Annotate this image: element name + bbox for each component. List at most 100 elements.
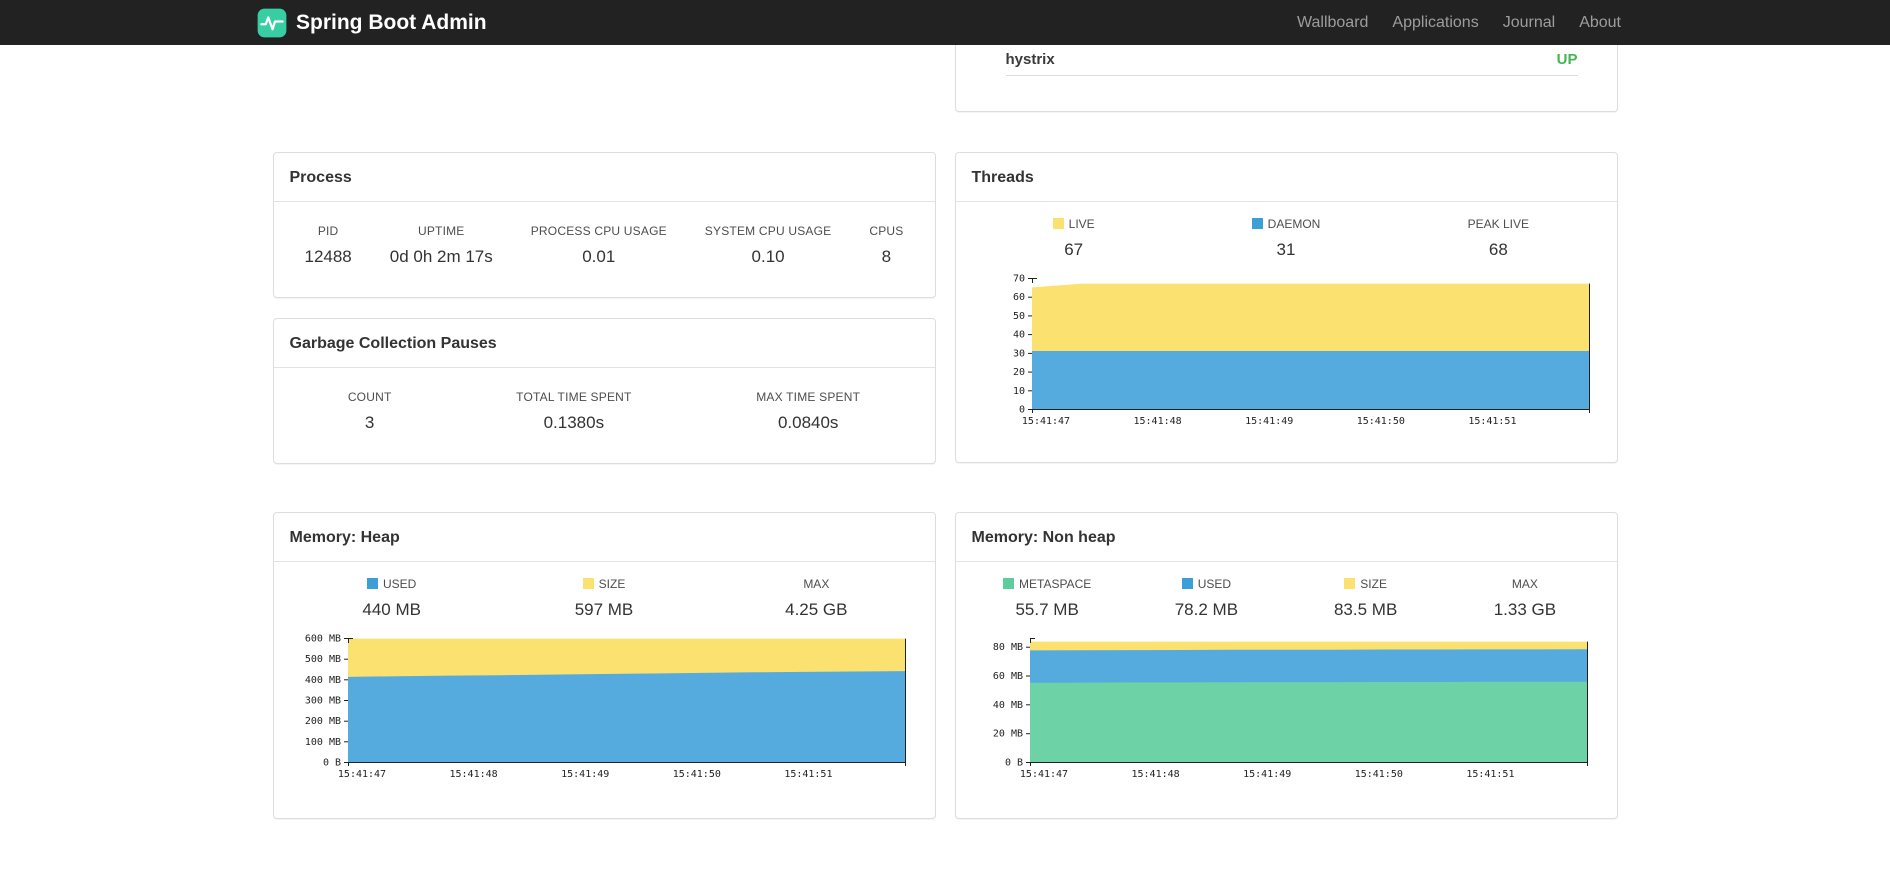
memory-heap-legend: USED 440 MB SIZE 597 MB MAX 4.25 GB — [274, 562, 935, 620]
svg-text:15:41:51: 15:41:51 — [1468, 416, 1516, 427]
legend-label: SIZE — [498, 577, 710, 591]
legend-item-live: LIVE 67 — [968, 217, 1180, 260]
memory-nonheap-legend: METASPACE 55.7 MB USED 78.2 MB SIZE 83.5… — [956, 562, 1617, 620]
svg-text:600 MB: 600 MB — [304, 634, 340, 645]
main-content: hystrix UP Process PID 12488 UPTIME 0d 0… — [272, 45, 1618, 819]
nav-link-journal[interactable]: Journal — [1491, 0, 1567, 45]
gc-stats: COUNT 3 TOTAL TIME SPENT 0.1380s MAX TIM… — [274, 368, 935, 433]
svg-text:500 MB: 500 MB — [304, 654, 340, 665]
legend-value: 597 MB — [574, 600, 634, 619]
svg-text:0 B: 0 B — [1004, 758, 1022, 769]
legend-label: USED — [286, 577, 498, 591]
legend-label: SIZE — [1286, 577, 1445, 591]
svg-text:30: 30 — [1012, 348, 1024, 359]
svg-text:15:41:47: 15:41:47 — [1021, 416, 1069, 427]
threads-chart: 0 10 20 30 40 50 60 70 15:41:47 15:41:48 15:41:49 1… — [956, 272, 1617, 431]
memory-nonheap-chart: 0 B 20 MB 40 MB 60 MB 80 MB 15:41:47 15:41:48 1… — [956, 632, 1617, 784]
nav-link-applications[interactable]: Applications — [1380, 0, 1490, 45]
svg-text:60 MB: 60 MB — [992, 671, 1022, 682]
svg-text:40: 40 — [1012, 330, 1024, 341]
legend-item-metaspace: METASPACE 55.7 MB — [968, 577, 1127, 620]
svg-text:70: 70 — [1012, 274, 1024, 285]
nav-link-wallboard[interactable]: Wallboard — [1285, 0, 1380, 45]
brand-title: Spring Boot Admin — [296, 10, 487, 34]
threads-panel-title: Threads — [955, 153, 1617, 202]
stat-system-cpu: SYSTEM CPU USAGE 0.10 — [705, 224, 832, 267]
svg-text:15:41:49: 15:41:49 — [561, 769, 609, 780]
svg-text:15:41:48: 15:41:48 — [1131, 769, 1179, 780]
stat-value: 0.10 — [751, 247, 785, 266]
gc-panel: Garbage Collection Pauses COUNT 3 TOTAL … — [272, 318, 936, 464]
legend-label: MAX — [803, 577, 830, 591]
legend-label: USED — [1127, 577, 1286, 591]
legend-item-size: SIZE 597 MB — [498, 577, 710, 620]
legend-item-size: SIZE 83.5 MB — [1286, 577, 1445, 620]
brand-logo-icon — [257, 8, 287, 38]
svg-text:50: 50 — [1012, 311, 1024, 322]
svg-text:300 MB: 300 MB — [304, 696, 340, 707]
brand-link[interactable]: Spring Boot Admin — [257, 8, 487, 38]
svg-text:80 MB: 80 MB — [992, 642, 1022, 653]
legend-item-max: MAX 1.33 GB — [1445, 577, 1604, 620]
legend-value: 31 — [1276, 240, 1296, 259]
stat-value: 12488 — [304, 247, 352, 266]
stat-label: TOTAL TIME SPENT — [516, 390, 632, 404]
legend-item-peak-live: PEAK LIVE 68 — [1392, 217, 1604, 260]
memory-nonheap-panel: Memory: Non heap METASPACE 55.7 MB USED — [954, 512, 1618, 819]
health-row-hystrix: hystrix UP — [1005, 45, 1578, 76]
health-indicator-name: hystrix — [1005, 51, 1055, 68]
stat-value: 0.01 — [582, 247, 616, 266]
legend-label: PEAK LIVE — [1467, 217, 1529, 231]
svg-text:15:41:51: 15:41:51 — [784, 769, 832, 780]
legend-value: 4.25 GB — [785, 600, 848, 619]
legend-label: MAX — [1511, 577, 1538, 591]
legend-item-daemon: DAEMON 31 — [1180, 217, 1392, 260]
legend-value: 440 MB — [362, 600, 421, 619]
legend-label: METASPACE — [968, 577, 1127, 591]
stat-process-cpu: PROCESS CPU USAGE 0.01 — [531, 224, 667, 267]
svg-text:15:41:50: 15:41:50 — [1356, 416, 1404, 427]
process-panel-title: Process — [273, 153, 935, 202]
stat-pid: PID 12488 — [304, 224, 351, 267]
stat-label: PROCESS CPU USAGE — [530, 224, 667, 238]
threads-legend: LIVE 67 DAEMON 31 PEAK LIVE 68 — [956, 202, 1617, 260]
stat-label: UPTIME — [417, 224, 465, 238]
svg-text:60: 60 — [1012, 292, 1024, 303]
svg-text:15:41:48: 15:41:48 — [449, 769, 497, 780]
process-stats: PID 12488 UPTIME 0d 0h 2m 17s PROCESS CP… — [274, 202, 935, 267]
memory-heap-panel: Memory: Heap USED 440 MB SIZE 597 MB MAX… — [272, 512, 936, 819]
legend-label: DAEMON — [1180, 217, 1392, 231]
nav-link-about[interactable]: About — [1567, 0, 1633, 45]
legend-item-used: USED 78.2 MB — [1127, 577, 1286, 620]
legend-value: 78.2 MB — [1174, 600, 1239, 619]
svg-text:15:41:50: 15:41:50 — [672, 769, 720, 780]
memory-heap-chart: 0 B 100 MB 200 MB 300 MB 400 MB 500 MB 600 MB 1… — [274, 632, 935, 784]
legend-value: 83.5 MB — [1333, 600, 1398, 619]
svg-text:15:41:49: 15:41:49 — [1245, 416, 1293, 427]
stat-label: COUNT — [347, 390, 392, 404]
svg-text:15:41:51: 15:41:51 — [1466, 769, 1514, 780]
legend-value: 67 — [1064, 240, 1084, 259]
stat-gc-count: COUNT 3 — [348, 390, 392, 433]
svg-text:100 MB: 100 MB — [304, 737, 340, 748]
legend-color-swatch — [1003, 578, 1014, 589]
stat-label: PID — [317, 224, 339, 238]
memory-nonheap-panel-title: Memory: Non heap — [955, 513, 1617, 562]
svg-text:0: 0 — [1018, 405, 1024, 416]
stat-value: 3 — [364, 413, 375, 432]
legend-value: 1.33 GB — [1493, 600, 1557, 619]
stat-uptime: UPTIME 0d 0h 2m 17s — [390, 224, 493, 267]
legend-color-swatch — [1052, 218, 1064, 229]
legend-item-used: USED 440 MB — [286, 577, 498, 620]
stat-label: SYSTEM CPU USAGE — [704, 224, 832, 238]
svg-text:15:41:47: 15:41:47 — [337, 769, 385, 780]
stat-label: MAX TIME SPENT — [756, 390, 861, 404]
stat-value: 8 — [881, 247, 892, 266]
legend-color-swatch — [1344, 578, 1356, 589]
svg-text:15:41:48: 15:41:48 — [1133, 416, 1181, 427]
legend-label: LIVE — [968, 217, 1180, 231]
svg-text:10: 10 — [1012, 386, 1024, 397]
nav-links: Wallboard Applications Journal About — [1285, 0, 1633, 45]
svg-text:15:41:47: 15:41:47 — [1019, 769, 1067, 780]
page: Spring Boot Admin Wallboard Applications… — [0, 0, 1890, 892]
